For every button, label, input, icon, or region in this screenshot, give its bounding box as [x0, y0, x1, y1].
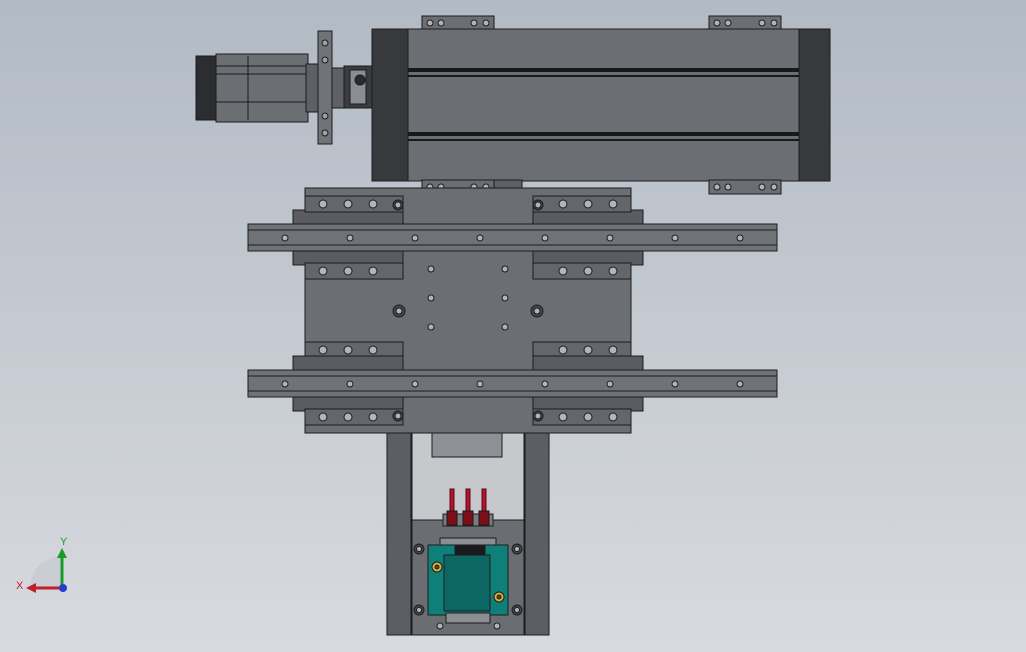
- linear-rail-upper: [247, 223, 778, 252]
- linear-actuator[interactable]: [371, 15, 831, 195]
- graphics-viewport[interactable]: Y X: [0, 0, 1026, 652]
- motor-mount-plate: [317, 30, 333, 145]
- electronic-module: [427, 544, 509, 624]
- motor-flange: [305, 63, 319, 113]
- carriage-assembly[interactable]: [247, 187, 778, 434]
- view-triad[interactable]: Y X: [16, 536, 68, 593]
- x-axis-label: X: [16, 580, 24, 592]
- linear-rail-lower: [247, 369, 778, 398]
- actuator-end-cap-left: [371, 28, 409, 182]
- motor-end-cap: [195, 55, 219, 121]
- motor-housing: [215, 53, 309, 123]
- sensor-array: [446, 488, 490, 526]
- lower-bracket-assembly[interactable]: [386, 432, 550, 636]
- servo-motor[interactable]: [195, 30, 373, 145]
- cad-model-view[interactable]: Y X: [0, 0, 1026, 652]
- triad-plane: [30, 556, 62, 588]
- actuator-end-cap-right: [798, 28, 831, 182]
- y-axis-label: Y: [60, 536, 68, 548]
- actuator-housing: [371, 28, 831, 182]
- y-axis-head: [57, 548, 67, 558]
- z-axis-dot: [59, 584, 67, 592]
